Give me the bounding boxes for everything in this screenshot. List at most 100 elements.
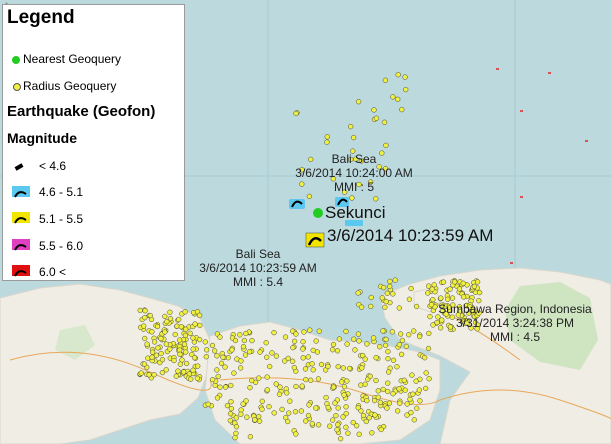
radius-point xyxy=(360,412,367,419)
radius-point xyxy=(167,309,173,315)
radius-point xyxy=(173,373,179,379)
radius-point xyxy=(349,195,355,201)
mag-class-1-icon xyxy=(12,186,30,198)
radius-point xyxy=(259,406,265,412)
radius-point xyxy=(345,430,351,436)
radius-point xyxy=(399,337,406,344)
radius-point xyxy=(293,431,299,437)
radius-point xyxy=(256,375,262,381)
radius-point xyxy=(137,307,143,314)
radius-point xyxy=(276,391,283,397)
radius-point xyxy=(151,339,158,345)
radius-point xyxy=(282,334,289,340)
radius-point xyxy=(196,312,203,318)
radius-point xyxy=(309,421,315,427)
radius-point xyxy=(205,401,211,407)
radius-point xyxy=(315,376,322,382)
radius-point xyxy=(340,365,346,371)
radius-point xyxy=(285,355,291,362)
radius-point xyxy=(242,352,249,358)
radius-point xyxy=(401,377,407,383)
radius-point xyxy=(247,384,253,391)
radius-point xyxy=(293,383,299,390)
radius-point xyxy=(385,355,391,362)
quake1-line1: Bali Sea xyxy=(331,152,377,166)
nearest-name-label: Sekunci xyxy=(325,203,386,222)
radius-point xyxy=(362,381,368,387)
radius-point xyxy=(302,366,309,372)
quake2-line2: 3/6/2014 10:23:59 AM xyxy=(199,261,317,275)
mag-class-4-label: 6.0 < xyxy=(39,265,67,279)
radius-point xyxy=(314,349,321,355)
radius-point xyxy=(358,304,365,310)
radius-point xyxy=(341,392,347,398)
radius-point xyxy=(175,368,181,374)
radius-point xyxy=(403,343,409,350)
radius-point xyxy=(323,394,329,401)
nearest-geoquery-point[interactable] xyxy=(313,208,323,218)
radius-point xyxy=(231,370,237,376)
radius-point xyxy=(333,412,339,419)
quake-symbol-1[interactable] xyxy=(289,199,305,209)
radius-point xyxy=(259,398,265,404)
radius-point xyxy=(228,399,234,405)
radius-point xyxy=(300,346,306,352)
radius-point xyxy=(440,279,447,285)
radius-point xyxy=(315,422,322,428)
radius-point xyxy=(203,354,209,360)
radius-point xyxy=(256,418,263,424)
radius-point xyxy=(324,134,330,140)
radius-point xyxy=(394,408,401,414)
radius-point xyxy=(293,110,299,117)
radius-point xyxy=(370,335,377,341)
radius-point xyxy=(167,315,174,322)
radius-point xyxy=(286,410,292,416)
radius-point xyxy=(383,142,389,149)
radius-point xyxy=(267,363,273,370)
radius-point xyxy=(196,336,203,343)
quake3-line3: MMI : 4.5 xyxy=(489,330,540,344)
radius-point xyxy=(411,328,417,334)
radius-point xyxy=(291,364,297,371)
legend-title: Legend xyxy=(7,7,75,28)
radius-point xyxy=(402,74,408,80)
radius-point xyxy=(404,401,410,407)
radius-point xyxy=(243,330,249,337)
radius-point xyxy=(416,387,422,393)
radius-point xyxy=(159,356,166,363)
radius-point xyxy=(330,341,337,348)
radius-point xyxy=(181,341,188,347)
radius-point xyxy=(211,348,218,354)
radius-point xyxy=(325,404,331,411)
radius-point xyxy=(232,337,239,344)
radius-point xyxy=(192,321,198,327)
radius-point xyxy=(190,367,196,373)
radius-point xyxy=(195,363,201,369)
radius-point xyxy=(335,363,341,370)
radius-point xyxy=(149,329,155,335)
radius-point xyxy=(142,335,148,342)
radius-point xyxy=(378,426,384,433)
mag-class-3-label: 5.5 - 6.0 xyxy=(39,239,84,253)
radius-point xyxy=(183,360,190,367)
radius-point xyxy=(383,298,389,305)
radius-point xyxy=(264,354,270,360)
radius-point xyxy=(153,352,160,358)
quake-symbol-nearest[interactable] xyxy=(305,232,325,248)
radius-point xyxy=(346,365,353,372)
radius-point xyxy=(293,331,299,337)
radius-point xyxy=(244,414,250,420)
quake2-line1: Bali Sea xyxy=(235,247,281,261)
radius-point xyxy=(392,277,398,283)
radius-point xyxy=(411,417,417,423)
radius-point xyxy=(182,332,189,339)
radius-point xyxy=(233,424,240,430)
radius-point xyxy=(358,382,364,388)
radius-point xyxy=(394,364,400,370)
radius-point xyxy=(177,351,183,357)
quake1-label: Bali Sea 3/6/2014 10:24:00 AM MMI : 5 xyxy=(279,152,429,194)
radius-point xyxy=(474,279,481,285)
radius-point xyxy=(263,340,269,346)
radius-point xyxy=(350,419,356,426)
radius-point xyxy=(408,409,414,416)
